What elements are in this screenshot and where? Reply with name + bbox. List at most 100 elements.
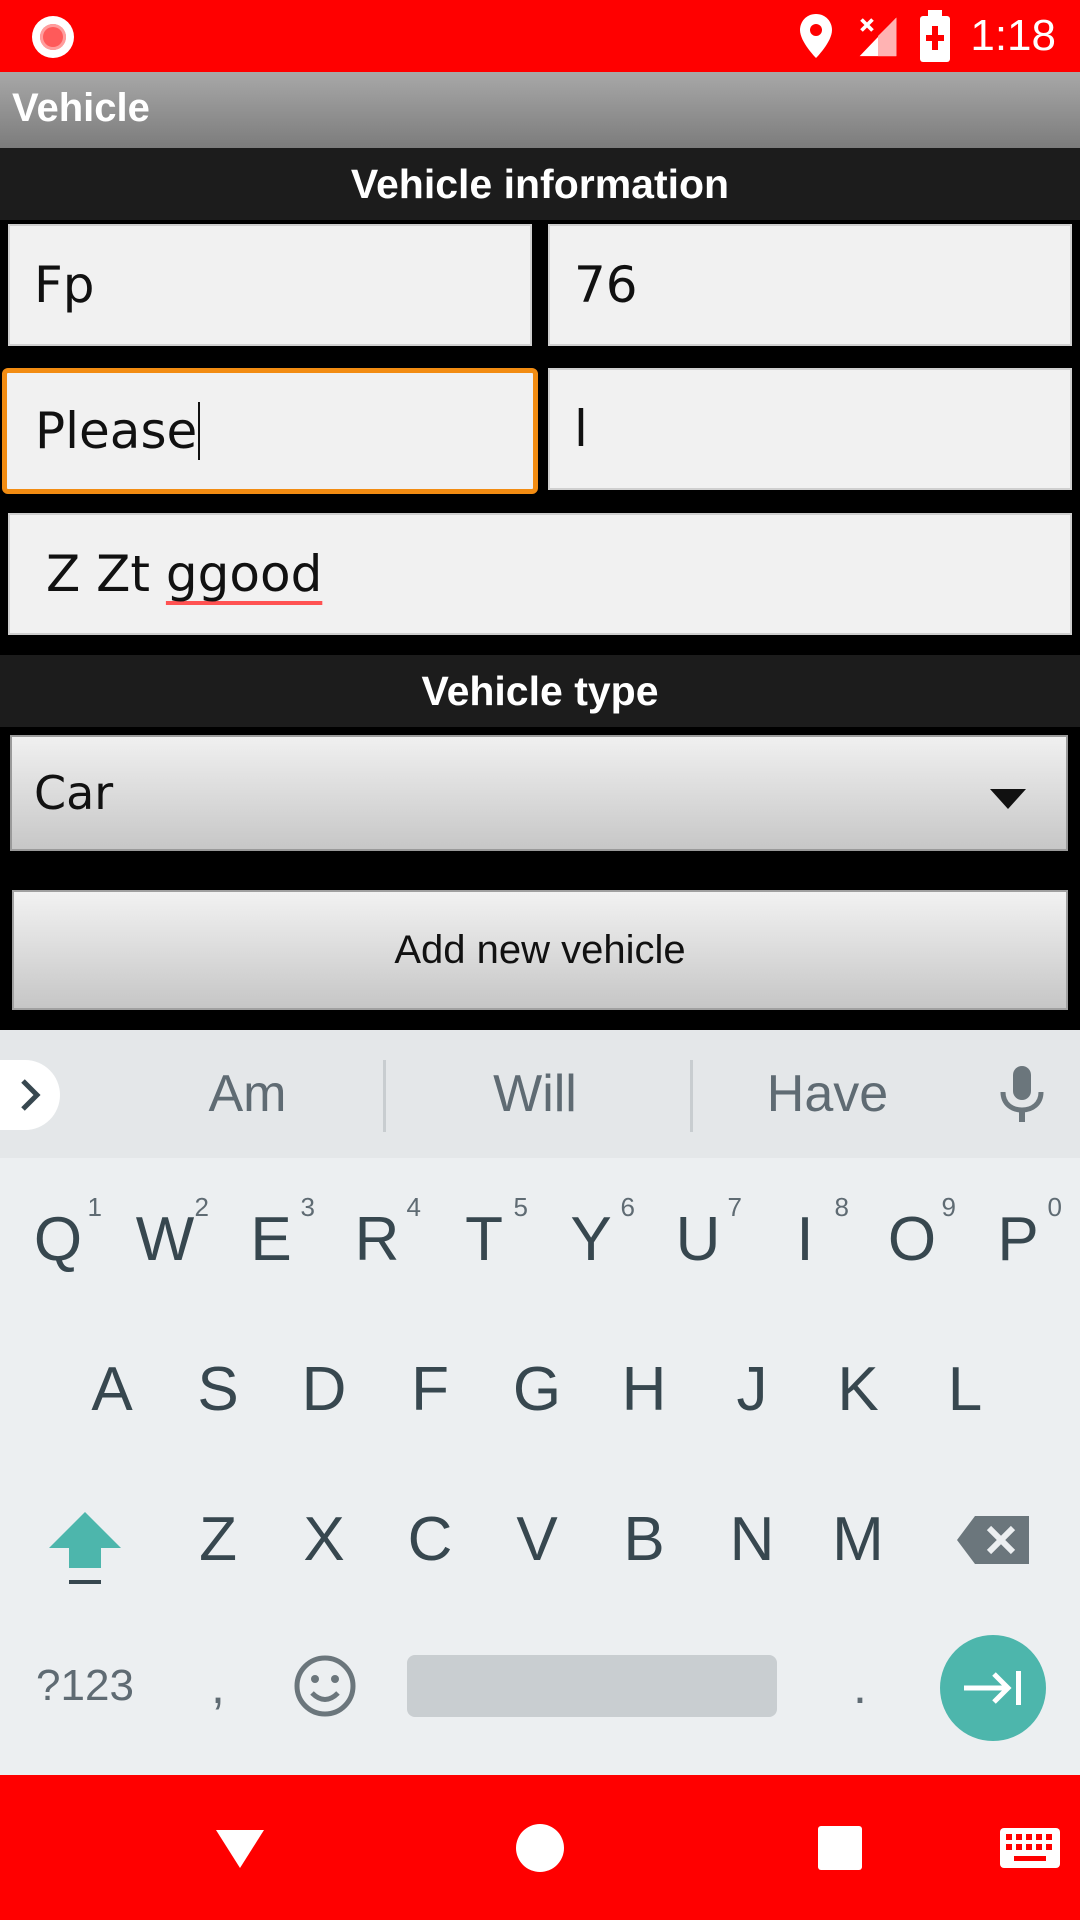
vehicle-field-5[interactable]: Z Zt ggood (8, 513, 1072, 635)
backspace-key[interactable] (945, 1480, 1045, 1600)
period-key[interactable]: . (810, 1630, 910, 1742)
shift-icon (49, 1512, 121, 1584)
key-label: R (354, 1205, 400, 1274)
key-e[interactable]: E3 (221, 1180, 321, 1300)
soft-keyboard: Am Will Have Q1 W2 E3 R4 T5 Y6 U7 I8 O9 … (0, 1030, 1080, 1775)
key-d[interactable]: D (274, 1330, 374, 1450)
suggestion-divider (690, 1060, 693, 1132)
back-button[interactable] (190, 1775, 290, 1920)
add-new-vehicle-button[interactable]: Add new vehicle (12, 890, 1068, 1010)
key-m[interactable]: M (808, 1480, 908, 1600)
key-i[interactable]: I8 (755, 1180, 855, 1300)
key-z[interactable]: Z (168, 1480, 268, 1600)
status-bar: 1:18 (0, 0, 1080, 72)
key-k[interactable]: K (808, 1330, 908, 1450)
suggestion-2[interactable]: Will (390, 1030, 680, 1158)
key-w[interactable]: W2 (115, 1180, 215, 1300)
dropdown-arrow-icon (990, 789, 1026, 809)
key-l[interactable]: L (915, 1330, 1015, 1450)
key-r[interactable]: R4 (327, 1180, 427, 1300)
key-label: P (997, 1205, 1039, 1274)
vehicle-field-3[interactable]: Please (2, 368, 538, 494)
microphone-icon[interactable] (995, 1064, 1049, 1124)
vehicle-field-4-value: l (574, 400, 588, 458)
tab-next-icon (964, 1671, 1021, 1705)
vehicle-field-4[interactable]: l (548, 368, 1072, 490)
shift-key[interactable] (35, 1480, 135, 1600)
key-n[interactable]: N (702, 1480, 802, 1600)
vehicle-field-1-value: Fp (34, 256, 95, 314)
key-hint: 7 (727, 1192, 742, 1222)
key-h[interactable]: H (594, 1330, 694, 1450)
key-x[interactable]: X (274, 1480, 374, 1600)
suggestion-strip: Am Will Have (0, 1030, 1080, 1158)
key-o[interactable]: O9 (862, 1180, 962, 1300)
vehicle-type-header: Vehicle type (0, 655, 1080, 727)
add-new-vehicle-label: Add new vehicle (394, 927, 686, 972)
vehicle-field-3-value: Please (35, 402, 198, 460)
signal-icon (860, 17, 897, 57)
recents-button[interactable] (790, 1775, 890, 1920)
vehicle-field-2[interactable]: 76 (548, 224, 1072, 346)
keyboard-switch-button[interactable] (980, 1775, 1080, 1920)
key-hint: 0 (1047, 1192, 1062, 1222)
key-label: O (887, 1205, 937, 1274)
key-t[interactable]: T5 (434, 1180, 534, 1300)
vehicle-type-dropdown[interactable]: Car (10, 735, 1068, 851)
key-a[interactable]: A (62, 1330, 162, 1450)
suggestion-divider (383, 1060, 386, 1132)
space-bar[interactable] (407, 1655, 777, 1717)
backspace-icon (957, 1516, 1029, 1564)
key-label: Y (570, 1205, 612, 1274)
key-label: Q (33, 1205, 83, 1274)
navigation-bar (0, 1775, 1080, 1920)
suggestion-1[interactable]: Am (100, 1030, 395, 1158)
app-bar: Vehicle (0, 72, 1080, 148)
keyboard-icon (1000, 1827, 1060, 1868)
key-hint: 5 (513, 1192, 528, 1222)
vehicle-field-2-value: 76 (574, 256, 638, 314)
key-q[interactable]: Q1 (8, 1180, 108, 1300)
key-u[interactable]: U7 (648, 1180, 748, 1300)
next-field-key[interactable] (940, 1635, 1046, 1741)
chevron-right-icon (21, 1079, 41, 1111)
vehicle-field-5-value: Z Zt ggood (46, 545, 322, 603)
vehicle-field-1[interactable]: Fp (8, 224, 532, 346)
location-icon (800, 14, 833, 58)
symbols-key[interactable]: ?123 (20, 1630, 150, 1742)
key-label: I (796, 1205, 814, 1274)
status-icons: 1:18 (794, 0, 1056, 72)
key-g[interactable]: G (487, 1330, 587, 1450)
emoji-icon (294, 1655, 356, 1717)
key-hint: 2 (194, 1192, 209, 1222)
record-icon (32, 16, 74, 58)
battery-charging-icon (920, 10, 951, 62)
misspelled-word[interactable]: ggood (166, 545, 322, 603)
key-label: E (250, 1205, 292, 1274)
key-hint: 1 (87, 1192, 102, 1222)
home-icon (516, 1823, 564, 1872)
app-title: Vehicle (12, 86, 150, 130)
key-hint: 8 (834, 1192, 849, 1222)
vehicle-type-selected: Car (34, 766, 114, 820)
key-label: U (675, 1205, 721, 1274)
key-f[interactable]: F (380, 1330, 480, 1450)
comma-key[interactable]: , (168, 1630, 268, 1742)
vehicle-information-header: Vehicle information (0, 148, 1080, 220)
key-v[interactable]: V (487, 1480, 587, 1600)
key-j[interactable]: J (702, 1330, 802, 1450)
emoji-key[interactable] (275, 1630, 375, 1742)
text-cursor (198, 402, 201, 460)
back-icon (216, 1829, 264, 1868)
key-p[interactable]: P0 (968, 1180, 1068, 1300)
key-b[interactable]: B (594, 1480, 694, 1600)
key-c[interactable]: C (380, 1480, 480, 1600)
key-hint: 4 (406, 1192, 421, 1222)
suggestion-expand-button[interactable] (0, 1060, 60, 1130)
clock: 1:18 (970, 11, 1056, 60)
home-button[interactable] (490, 1775, 590, 1920)
suggestion-3[interactable]: Have (700, 1030, 955, 1158)
key-s[interactable]: S (168, 1330, 268, 1450)
key-label: W (135, 1205, 195, 1274)
key-y[interactable]: Y6 (541, 1180, 641, 1300)
